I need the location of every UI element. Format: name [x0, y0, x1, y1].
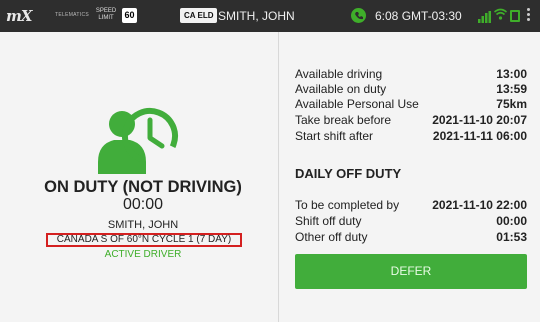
duty-time: 00:00: [122, 196, 164, 213]
document-icon[interactable]: [510, 10, 520, 22]
wifi-icon: [493, 8, 508, 23]
driver-clock-icon: [98, 108, 178, 174]
driver-role: ACTIVE DRIVER: [104, 249, 182, 260]
row-value: 13:59: [496, 82, 527, 96]
panel-divider: [278, 32, 279, 322]
row-label: Available on duty: [295, 82, 387, 96]
speed-limit-value: 60: [122, 8, 137, 23]
row-label: Shift off duty: [295, 214, 362, 228]
availability-row: Start shift after 2021-11-11 06:00: [295, 129, 527, 143]
driver-name: SMITH, JOHN: [107, 219, 179, 231]
defer-button[interactable]: DEFER: [295, 254, 527, 289]
availability-row: Available driving 13:00: [295, 67, 527, 81]
phone-sync-icon: [355, 12, 363, 20]
duty-status-panel: ON DUTY (NOT DRIVING) 00:00 SMITH, JOHN …: [10, 32, 276, 322]
status-bar: mX TELEMATICS SPEED LIMIT 60 CA ELD SMIT…: [0, 0, 540, 32]
row-value: 2021-11-10 20:07: [432, 113, 527, 127]
row-value: 01:53: [496, 230, 527, 244]
clock: 6:08 GMT-03:30: [375, 9, 462, 23]
row-value: 13:00: [496, 67, 527, 81]
row-label: Other off duty: [295, 230, 368, 244]
availability-row: Available on duty 13:59: [295, 82, 527, 96]
brand-subtitle: TELEMATICS: [55, 12, 90, 18]
duty-status: ON DUTY (NOT DRIVING): [44, 178, 242, 196]
row-value: 2021-11-11 06:00: [432, 129, 527, 143]
row-label: Available driving: [295, 67, 383, 81]
speed-limit-label: SPEED LIMIT: [95, 8, 117, 22]
row-value: 00:00: [496, 214, 527, 228]
row-label: Take break before: [295, 113, 392, 127]
availability-row: Take break before 2021-11-10 20:07: [295, 113, 527, 127]
off-duty-row: To be completed by 2021-11-10 22:00: [295, 198, 527, 212]
status-icon[interactable]: [351, 8, 366, 23]
row-value: 2021-11-10 22:00: [432, 198, 527, 212]
speed-limit-label-text: SPEED LIMIT: [95, 8, 117, 21]
brand-logo: mX: [6, 7, 32, 25]
section-title: DAILY OFF DUTY: [295, 166, 402, 181]
row-label: Start shift after: [295, 129, 374, 143]
row-value: 75km: [496, 97, 527, 111]
off-duty-row: Other off duty 01:53: [295, 230, 527, 244]
row-label: To be completed by: [295, 198, 400, 212]
signal-icon: [478, 10, 491, 28]
cycle-rule: CANADA S OF 60°N CYCLE 1 (7 DAY): [46, 233, 242, 247]
eld-badge[interactable]: CA ELD: [180, 8, 218, 23]
row-label: Available Personal Use: [295, 97, 419, 111]
active-driver-name[interactable]: SMITH, JOHN: [218, 9, 295, 23]
off-duty-row: Shift off duty 00:00: [295, 214, 527, 228]
overflow-menu-icon[interactable]: [527, 8, 531, 23]
availability-row: Available Personal Use 75km: [295, 97, 527, 111]
